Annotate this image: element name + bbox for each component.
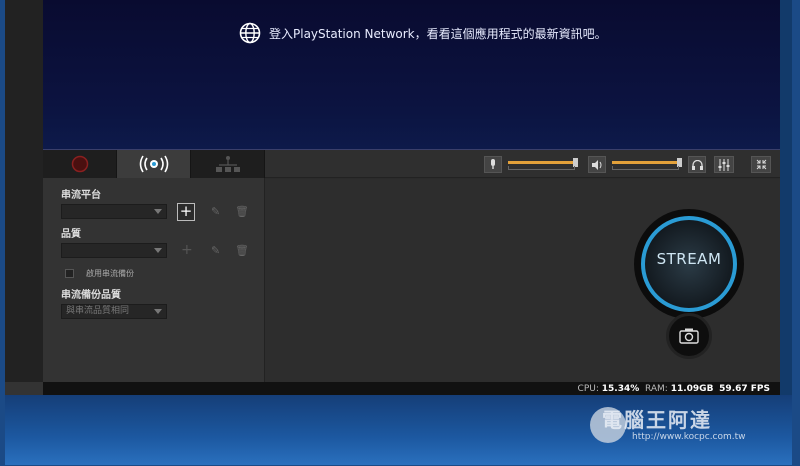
watermark-title: 電腦王阿達 (602, 408, 712, 432)
screenshot-frame: 登入PlayStation Network，看看這個應用程式的最新資訊吧。 串流… (0, 0, 800, 466)
cpu-label: CPU: (577, 384, 599, 394)
chevron-down-icon (154, 209, 162, 214)
backup-quality-value: 與串流品質相同 (66, 306, 130, 316)
mic-icon (491, 159, 495, 169)
left-status-strip (5, 382, 43, 395)
mic-slider-scale (508, 166, 575, 170)
edit-icon[interactable]: ✎ (211, 205, 220, 218)
banner-message-row: 登入PlayStation Network，看看這個應用程式的最新資訊吧。 (239, 22, 607, 44)
watermark-url: http://www.kocpc.com.tw (632, 432, 746, 442)
headset-button[interactable] (688, 156, 706, 173)
cpu-value: 15.34% (601, 384, 640, 394)
capture-app-window: 登入PlayStation Network，看看這個應用程式的最新資訊吧。 串流… (43, 0, 780, 395)
quality-label: 品質 (61, 229, 81, 240)
performance-stats: CPU: 15.34% RAM: 11.09GB 59.67 FPS (578, 384, 770, 394)
ram-label: RAM: (645, 384, 668, 394)
stream-button-label: STREAM (656, 250, 722, 268)
stream-settings-panel: 串流平台 + ✎ 🗑 品質 + ✎ 🗑 啟用串流備份 串流備份品質 與串流品質相… (43, 178, 265, 382)
speaker-button[interactable] (588, 156, 606, 173)
broadcast-icon (139, 155, 168, 173)
audio-toolbar (265, 150, 780, 178)
ram-value: 11.09GB (670, 384, 714, 394)
right-window-edge (780, 0, 792, 395)
record-icon (71, 155, 88, 173)
platform-label: 串流平台 (61, 190, 101, 201)
chevron-down-icon (154, 248, 162, 253)
banner-text: 登入PlayStation Network，看看這個應用程式的最新資訊吧。 (269, 26, 607, 41)
collapse-icon (756, 159, 766, 170)
speaker-icon (591, 159, 601, 170)
network-tab[interactable] (191, 150, 265, 178)
camera-icon (679, 328, 699, 344)
fps-value: 59.67 FPS (719, 384, 770, 394)
mic-volume-slider[interactable] (508, 161, 575, 164)
speaker-slider-scale (612, 166, 679, 170)
network-icon (215, 156, 240, 172)
add-quality-icon[interactable]: + (181, 242, 193, 258)
mic-button[interactable] (484, 156, 502, 173)
psn-banner[interactable]: 登入PlayStation Network，看看這個應用程式的最新資訊吧。 (43, 0, 780, 150)
broadcast-tab[interactable] (117, 150, 191, 178)
record-tab[interactable] (43, 150, 117, 178)
left-window-edge (5, 0, 43, 384)
trash-icon[interactable]: 🗑 (235, 244, 249, 257)
backup-quality-dropdown[interactable]: 與串流品質相同 (61, 304, 167, 319)
backup-checkbox[interactable] (65, 269, 74, 278)
add-platform-button[interactable]: + (177, 203, 195, 221)
globe-icon (239, 22, 261, 44)
fullscreen-button[interactable] (751, 156, 771, 173)
trash-icon[interactable]: 🗑 (235, 205, 249, 218)
headphones-icon (691, 159, 703, 170)
platform-dropdown[interactable] (61, 204, 167, 219)
backup-checkbox-label: 啟用串流備份 (86, 269, 134, 278)
backup-quality-label: 串流備份品質 (61, 290, 121, 301)
mixer-button[interactable] (714, 156, 734, 173)
equalizer-icon (718, 158, 730, 171)
quality-dropdown[interactable] (61, 243, 167, 258)
speaker-volume-slider[interactable] (612, 161, 679, 164)
chevron-down-icon (154, 309, 162, 314)
mode-tabs (43, 150, 265, 178)
edit-icon[interactable]: ✎ (211, 244, 220, 257)
screenshot-button[interactable] (666, 313, 712, 359)
